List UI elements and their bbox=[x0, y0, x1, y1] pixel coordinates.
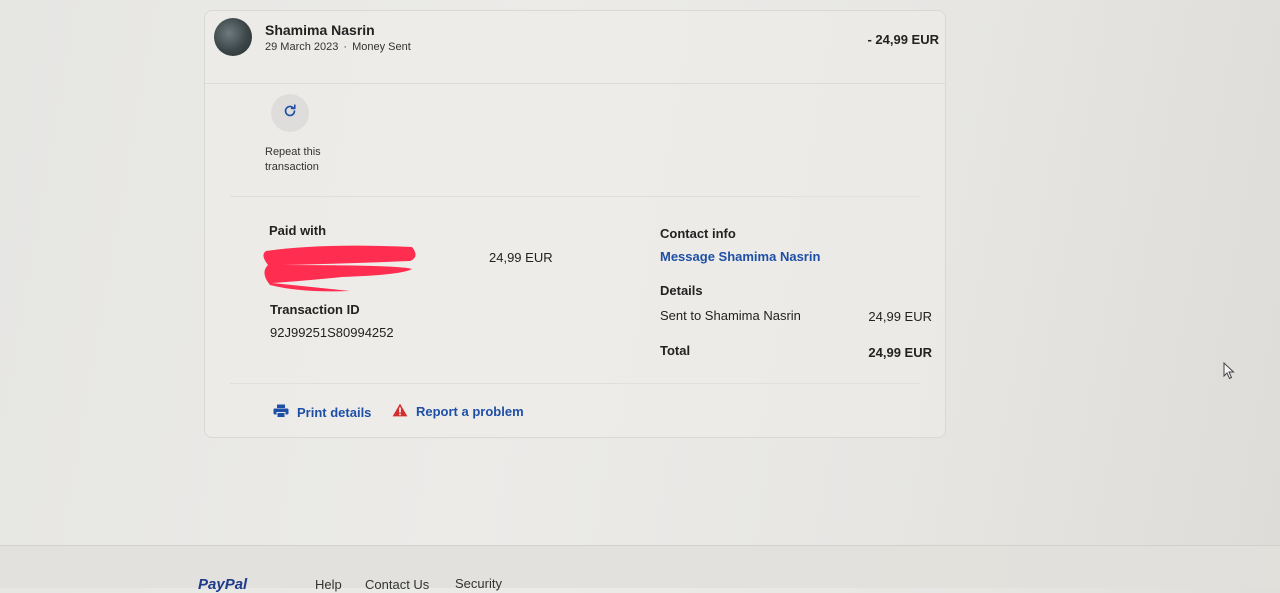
refresh-icon bbox=[282, 103, 298, 124]
section-divider bbox=[230, 383, 920, 384]
section-divider bbox=[230, 196, 920, 197]
footer-link-contact[interactable]: Contact Us bbox=[365, 577, 429, 592]
report-problem-button[interactable]: Report a problem bbox=[392, 403, 524, 420]
redaction-mark bbox=[262, 243, 418, 293]
footer-link-help[interactable]: Help bbox=[315, 577, 342, 592]
transaction-date: 29 March 2023 bbox=[265, 41, 339, 53]
paid-with-label: Paid with bbox=[269, 223, 327, 238]
page-footer bbox=[0, 545, 1280, 588]
details-label: Details bbox=[660, 283, 703, 298]
paypal-logo-text: PayPal bbox=[198, 576, 248, 593]
print-details-button[interactable]: Print details bbox=[273, 404, 371, 421]
paypal-logo: PayPal bbox=[198, 576, 247, 593]
print-details-label: Print details bbox=[297, 405, 372, 420]
printer-icon bbox=[273, 404, 289, 421]
header-divider bbox=[205, 83, 945, 84]
total-value: 24,99 EUR bbox=[868, 345, 932, 360]
paid-with-amount: 24,99 EUR bbox=[489, 250, 553, 265]
transaction-id-label: Transaction ID bbox=[270, 302, 360, 317]
recipient-name: Shamima Nasrin bbox=[265, 22, 375, 38]
transaction-amount: - 24,99 EUR bbox=[867, 32, 939, 47]
transaction-type: Money Sent bbox=[352, 41, 411, 53]
warning-icon bbox=[392, 403, 408, 420]
total-label: Total bbox=[660, 343, 691, 358]
detail-row-label: Sent to Shamima Nasrin bbox=[660, 308, 801, 323]
detail-row-value: 24,99 EUR bbox=[868, 309, 932, 324]
repeat-transaction-label[interactable]: Repeat this transaction bbox=[265, 145, 345, 175]
footer-link-security[interactable]: Security bbox=[455, 576, 502, 591]
mouse-cursor-icon bbox=[1223, 361, 1235, 385]
report-problem-label: Report a problem bbox=[416, 404, 524, 419]
transaction-id-value: 92J99251S80994252 bbox=[270, 325, 394, 340]
transaction-meta: 29 March 2023 · Money Sent bbox=[265, 41, 411, 53]
repeat-transaction-button[interactable] bbox=[271, 94, 309, 132]
message-recipient-link[interactable]: Message Shamima Nasrin bbox=[660, 249, 820, 264]
separator-dot: · bbox=[343, 41, 348, 53]
avatar bbox=[214, 18, 252, 56]
contact-info-label: Contact info bbox=[660, 226, 736, 241]
